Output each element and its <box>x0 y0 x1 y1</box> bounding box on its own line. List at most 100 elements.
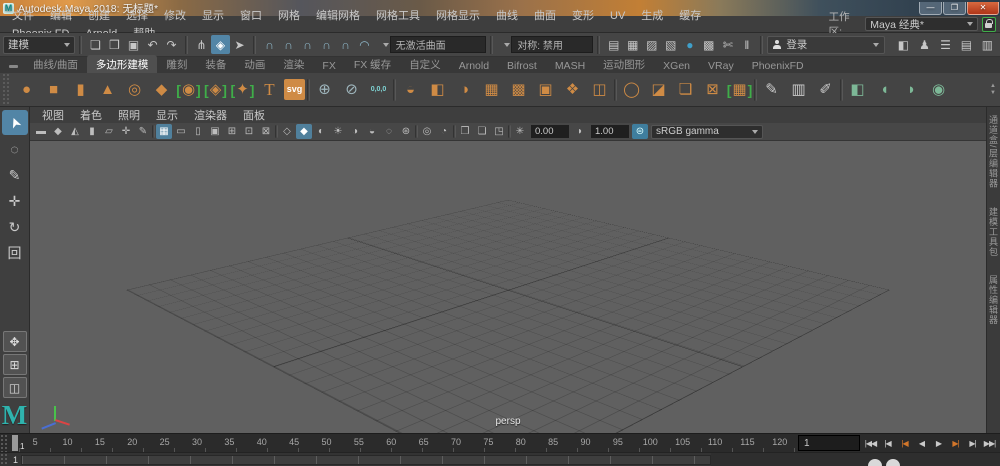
open-render-view-icon[interactable]: ▤ <box>604 35 623 54</box>
film-gate-icon[interactable]: ▭ <box>173 124 189 139</box>
menu-item[interactable]: 修改 <box>156 10 194 22</box>
menu-item[interactable]: 选择 <box>118 10 156 22</box>
shelf-icon-platonic-solid[interactable]: ◈ <box>203 77 228 102</box>
menu-item[interactable]: 文件 <box>4 10 42 22</box>
workspace-dropdown[interactable]: Maya 经典* <box>865 17 977 31</box>
shelf-icon-combine[interactable]: ◒ <box>398 77 423 102</box>
shelf-tab[interactable]: Arnold <box>450 58 498 73</box>
menu-item[interactable]: 网格 <box>270 10 308 22</box>
current-frame-marker[interactable] <box>12 435 18 451</box>
snap-to-point-icon[interactable]: ∩ <box>298 35 317 54</box>
panel-menu-item[interactable]: 面板 <box>235 107 273 123</box>
shelf-icon-separate[interactable]: ◧ <box>425 77 450 102</box>
shelf-separator[interactable] <box>307 79 310 101</box>
viewport-3d[interactable]: persp <box>30 141 986 433</box>
color-management-toggle[interactable]: ⊜ <box>632 124 648 139</box>
gamma-icon[interactable]: ◗ <box>572 124 588 139</box>
2d-pan-zoom-icon[interactable]: ✛ <box>118 124 134 139</box>
shelf-separator[interactable] <box>840 79 843 101</box>
shelf-tab[interactable]: 自定义 <box>400 55 450 73</box>
menu-item[interactable]: 编辑网格 <box>308 10 368 22</box>
go-to-start-button[interactable]: |◀◀ <box>862 435 879 452</box>
shelf-icon-mirror[interactable]: ◑ <box>452 77 477 102</box>
menu-item[interactable]: 创建 <box>80 10 118 22</box>
shelf-icon-polygon-cube[interactable]: ■ <box>41 77 66 102</box>
shelf-icon-grid-fill[interactable]: ▩ <box>506 77 531 102</box>
shelf-icon-extrude[interactable]: ▣ <box>533 77 558 102</box>
field-chart-icon[interactable]: ⊞ <box>224 124 240 139</box>
safe-action-icon[interactable]: ⊡ <box>241 124 257 139</box>
menu-item[interactable]: 网格显示 <box>428 10 488 22</box>
play-forwards-button[interactable]: ▶ <box>930 435 947 452</box>
select-tool[interactable]: ➤ <box>2 110 28 135</box>
symmetry-field[interactable]: 对称: 禁用 <box>511 36 593 53</box>
select-by-component-icon[interactable]: ➤ <box>230 35 249 54</box>
menu-item[interactable]: 变形 <box>564 10 602 22</box>
snap-to-view-plane-icon[interactable]: ∩ <box>336 35 355 54</box>
shelf-icon-multi-cut[interactable]: ✎ <box>759 77 784 102</box>
camera-bookmark-icon[interactable]: ◆ <box>50 124 66 139</box>
shelf-icon-quad-draw[interactable]: ◧ <box>845 77 870 102</box>
current-time-field[interactable]: 1 <box>798 435 860 451</box>
sign-in-dropdown[interactable]: 登录 <box>767 36 885 54</box>
motion-blur-icon[interactable]: ◌ <box>381 124 397 139</box>
shelf-icon-svg[interactable]: svg <box>284 79 305 100</box>
panel-menu-item[interactable]: 着色 <box>72 107 110 123</box>
panel-menu-item[interactable]: 照明 <box>110 107 148 123</box>
safe-title-icon[interactable]: ⊠ <box>258 124 274 139</box>
step-back-frame-button[interactable]: |◀ <box>879 435 896 452</box>
exposure-icon[interactable]: ✳ <box>512 124 528 139</box>
bookmark-icon[interactable]: ▮ <box>84 124 100 139</box>
sidebar-tab[interactable]: 建模工具包 <box>987 207 1000 257</box>
shelf-tab[interactable]: FX <box>313 58 344 73</box>
menu-item[interactable]: 生成 <box>633 10 671 22</box>
play-backwards-button[interactable]: ◀ <box>913 435 930 452</box>
panel-menu-item[interactable]: 视图 <box>34 107 72 123</box>
layout-two-pane-button[interactable]: ◫ <box>3 377 27 398</box>
shelf-icon-offset-edge-loop[interactable]: ✐ <box>813 77 838 102</box>
ipr-render-icon[interactable]: ▨ <box>642 35 661 54</box>
snap-to-curve-icon[interactable]: ∩ <box>279 35 298 54</box>
render-current-frame-icon[interactable]: ▦ <box>623 35 642 54</box>
range-bar[interactable] <box>21 455 711 465</box>
show-attribute-editor-icon[interactable]: ☰ <box>936 35 955 54</box>
xray-icon[interactable]: ◔ <box>436 124 452 139</box>
select-by-hierarchy-icon[interactable]: ⋔ <box>192 35 211 54</box>
active-surface-field[interactable]: 无激活曲面 <box>390 36 486 53</box>
shelf-tab[interactable]: 装备 <box>196 55 235 73</box>
snap-to-grid-icon[interactable]: ∩ <box>260 35 279 54</box>
shelf-icon-insert-edge-loop[interactable]: ▥ <box>786 77 811 102</box>
lasso-select-tool[interactable]: ◌ <box>2 136 28 161</box>
new-scene-icon[interactable]: ❏ <box>86 35 105 54</box>
shelf-icon-smooth[interactable]: ❖ <box>560 77 585 102</box>
wireframe-icon[interactable]: ◇ <box>279 124 295 139</box>
shelf-separator[interactable] <box>393 79 396 101</box>
redo-icon[interactable]: ↷ <box>162 35 181 54</box>
shadows-icon[interactable]: ◑ <box>347 124 363 139</box>
range-slider-grip[interactable] <box>0 453 8 466</box>
menu-item[interactable]: 曲面 <box>526 10 564 22</box>
panel-menu-item[interactable]: 渲染器 <box>186 107 235 123</box>
shelf-icon-construction-locator[interactable]: ⊕ <box>312 77 337 102</box>
shelf-tab[interactable]: PhoenixFD <box>743 58 813 73</box>
layout-single-pane-button[interactable]: ✥ <box>3 331 27 352</box>
textured-icon[interactable]: ◐ <box>313 124 329 139</box>
menu-item[interactable]: 网格工具 <box>368 10 428 22</box>
layout-four-pane-button[interactable]: ⊞ <box>3 354 27 375</box>
scale-tool[interactable]: 回 <box>2 240 28 265</box>
toolbar-separator[interactable] <box>453 125 456 138</box>
shelf-tab[interactable]: 曲线/曲面 <box>24 55 87 73</box>
gamma-field[interactable]: 1.00 <box>591 125 629 138</box>
anti-alias-icon[interactable]: ⊛ <box>398 124 414 139</box>
shelf-tab[interactable]: MASH <box>546 58 594 73</box>
menu-item[interactable]: 曲线 <box>488 10 526 22</box>
shelf-minimize-button[interactable] <box>4 61 22 71</box>
open-scene-icon[interactable]: ❒ <box>105 35 124 54</box>
paint-select-tool[interactable]: ✎ <box>2 162 28 187</box>
menu-item[interactable]: 显示 <box>194 10 232 22</box>
shelf-icon-sphere-project[interactable]: ◯ <box>619 77 644 102</box>
shelf-tab[interactable]: FX 缓存 <box>345 55 400 73</box>
shelf-icon-polygon-cone[interactable]: ▲ <box>95 77 120 102</box>
use-all-lights-icon[interactable]: ☀ <box>330 124 346 139</box>
undo-icon[interactable]: ↶ <box>143 35 162 54</box>
